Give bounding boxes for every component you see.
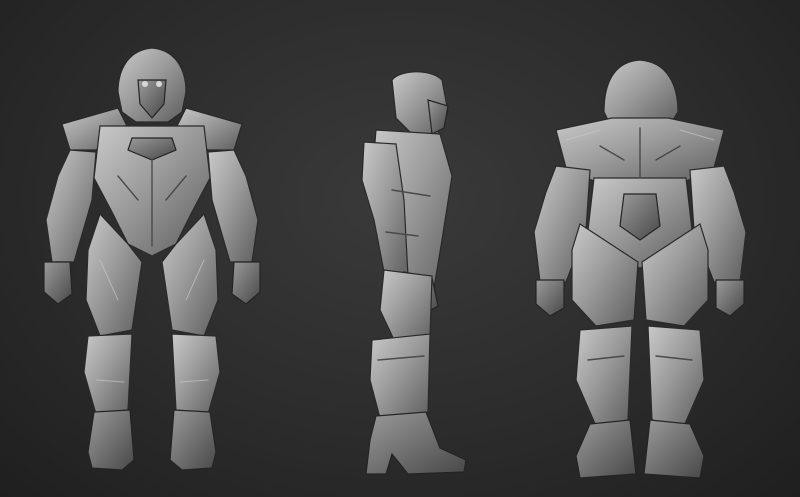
back-shin-left: [575, 325, 633, 427]
side-thigh: [379, 269, 433, 345]
front-boot-left: [87, 409, 135, 471]
front-fist-left: [43, 261, 73, 305]
back-boot-right: [643, 419, 705, 479]
render-viewport: [0, 0, 800, 497]
front-shin-left: [83, 333, 133, 415]
front-eye-left: [142, 81, 148, 87]
front-fist-right: [231, 261, 261, 305]
side-view: [361, 71, 467, 475]
side-shin: [369, 333, 431, 421]
back-view: [533, 59, 747, 479]
front-eye-right: [156, 81, 162, 87]
back-shin-right: [647, 325, 705, 427]
character-turnaround: [43, 47, 747, 479]
front-view: [43, 47, 261, 471]
front-shin-right: [171, 333, 221, 415]
back-boot-left: [575, 419, 637, 479]
front-arm-left: [45, 149, 97, 263]
side-face-mask: [427, 99, 449, 135]
back-fist-left: [535, 279, 565, 317]
side-boot: [365, 411, 467, 475]
back-fist-right: [715, 279, 745, 317]
front-arm-right: [207, 149, 259, 263]
front-boot-right: [169, 409, 217, 471]
